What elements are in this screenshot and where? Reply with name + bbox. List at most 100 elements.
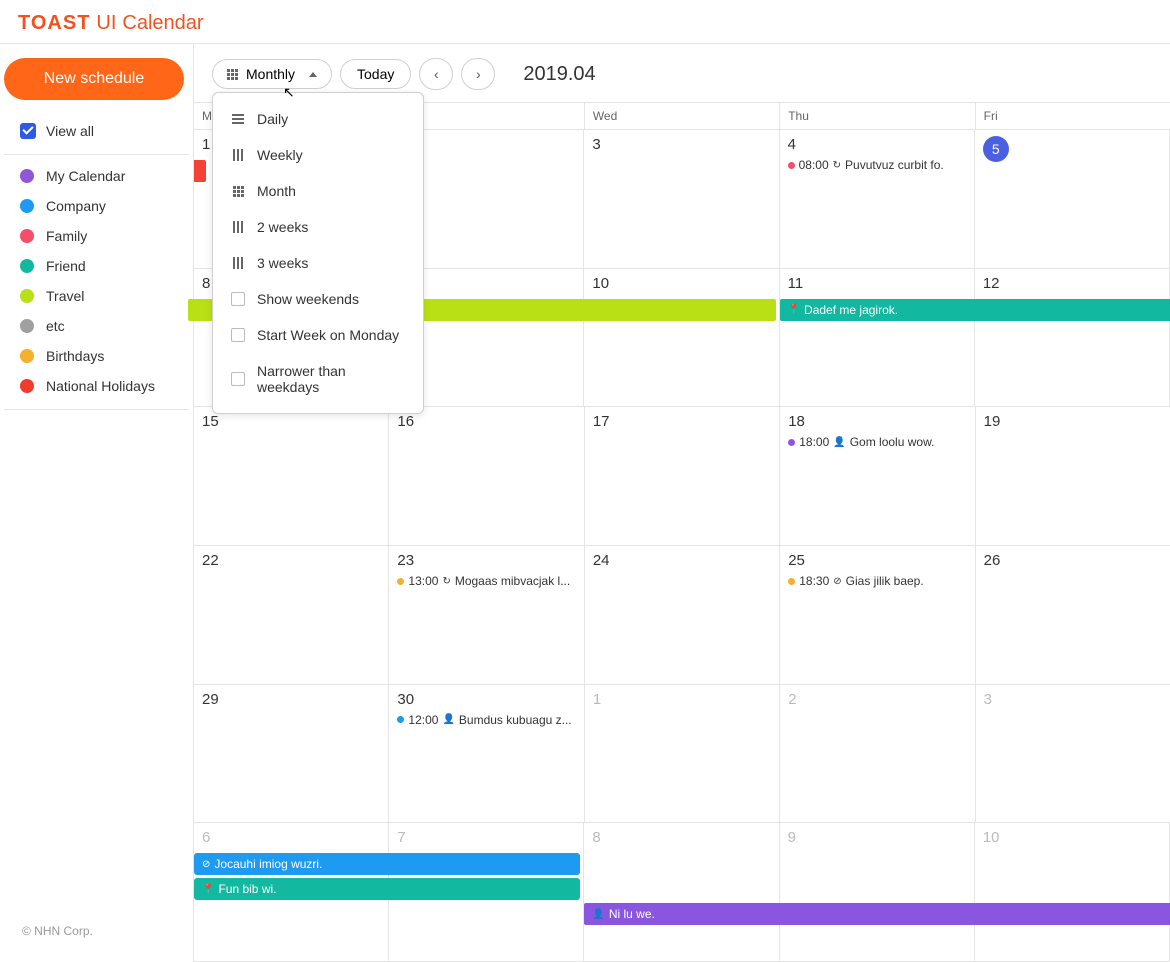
calendar-label: etc (46, 318, 65, 334)
calendar-day-cell[interactable]: 10 (584, 269, 779, 407)
sidebar-calendar-item[interactable]: etc (4, 311, 189, 341)
bars-h-icon (232, 114, 244, 124)
calendar-day-cell[interactable]: 3 (584, 130, 779, 268)
view-option[interactable]: 3 weeks (213, 245, 423, 281)
calendar-event-bar[interactable]: 👤Ni lu we. (584, 903, 1170, 925)
next-button[interactable]: › (461, 58, 495, 90)
view-select-dropdown[interactable]: Monthly ↖ (212, 59, 332, 89)
day-number: 6 (202, 829, 210, 846)
logo-ui: UI (96, 12, 116, 35)
calendar-day-cell[interactable]: 15 (194, 407, 389, 545)
day-number: 10 (592, 275, 609, 292)
calendar-event[interactable]: 18:00👤Gom loolu wow. (788, 435, 966, 449)
calendar-day-cell[interactable]: 2313:00↻Mogaas mibvacjak l... (389, 546, 584, 684)
menu-item-label: Month (257, 183, 296, 199)
view-toggle-option[interactable]: Start Week on Monday (213, 317, 423, 353)
event-time: 08:00 (799, 158, 829, 172)
calendar-day-cell[interactable]: 408:00↻Puvutvuz curbit fo. (780, 130, 975, 268)
menu-item-label: Daily (257, 111, 288, 127)
checkbox-empty-icon (231, 328, 245, 342)
calendar-event[interactable]: 13:00↻Mogaas mibvacjak l... (397, 574, 575, 588)
today-indicator: 5 (983, 136, 1009, 162)
view-option[interactable]: 2 weeks (213, 209, 423, 245)
event-title: Ni lu we. (609, 907, 655, 921)
app-header: TOAST UI Calendar (0, 0, 1170, 43)
event-time: 12:00 (408, 713, 438, 727)
day-number: 22 (202, 552, 219, 569)
calendar-day-cell[interactable]: 1 (585, 685, 780, 823)
day-number: 1 (593, 691, 601, 708)
day-header: Fri (976, 103, 1170, 129)
day-number: 30 (397, 691, 414, 708)
sidebar-calendar-item[interactable]: Company (4, 191, 189, 221)
calendar-day-cell[interactable]: 9 (780, 823, 975, 961)
sidebar-calendar-item[interactable]: National Holidays (4, 371, 189, 401)
view-toggle-option[interactable]: Show weekends (213, 281, 423, 317)
calendar-day-cell[interactable]: 12 (975, 269, 1170, 407)
bars-v-icon (233, 221, 243, 233)
sidebar-calendar-item[interactable]: Travel (4, 281, 189, 311)
calendar-day-cell[interactable]: 17 (585, 407, 780, 545)
calendar-event-bar[interactable] (194, 160, 206, 182)
calendar-day-cell[interactable]: 1818:00👤Gom loolu wow. (780, 407, 975, 545)
calendar-day-cell[interactable]: 16 (389, 407, 584, 545)
calendar-day-cell[interactable]: 3012:00👤Bumdus kubuagu z... (389, 685, 584, 823)
calendar-event-bar[interactable]: 📍Fun bib wi. (194, 878, 580, 900)
menu-item-label: Weekly (257, 147, 303, 163)
view-option[interactable]: Weekly (213, 137, 423, 173)
view-option[interactable]: Daily (213, 101, 423, 137)
event-color-dot (788, 162, 795, 169)
day-number: 2 (788, 691, 796, 708)
event-color-dot (397, 716, 404, 723)
day-number: 29 (202, 691, 219, 708)
calendar-day-cell[interactable]: 8 (584, 823, 779, 961)
event-color-dot (397, 578, 404, 585)
calendar-color-dot (20, 319, 34, 333)
event-type-icon: 📍 (788, 304, 800, 315)
new-schedule-button[interactable]: New schedule (4, 58, 184, 100)
calendar-day-cell[interactable]: 3 (976, 685, 1170, 823)
calendar-day-cell[interactable]: 10 (975, 823, 1170, 961)
day-number: 1 (202, 136, 210, 153)
sidebar-calendar-item[interactable]: Friend (4, 251, 189, 281)
day-number: 7 (397, 829, 405, 846)
sidebar-calendar-item[interactable]: Birthdays (4, 341, 189, 371)
calendar-event[interactable]: 12:00👤Bumdus kubuagu z... (397, 713, 575, 727)
logo: TOAST UI Calendar (18, 12, 204, 35)
logo-product: Calendar (122, 12, 203, 35)
calendar-day-cell[interactable]: 24 (585, 546, 780, 684)
calendar-label: Birthdays (46, 348, 104, 364)
calendar-day-cell[interactable]: 22 (194, 546, 389, 684)
calendar-day-cell[interactable]: 26 (976, 546, 1170, 684)
view-option[interactable]: Month (213, 173, 423, 209)
sidebar-calendar-item[interactable]: Family (4, 221, 189, 251)
menu-item-label: 2 weeks (257, 219, 308, 235)
calendar-day-cell[interactable]: 2 (780, 685, 975, 823)
calendar-event[interactable]: 18:30⊘Gias jilik baep. (788, 574, 966, 588)
menu-option-label: Narrower than weekdays (257, 363, 405, 395)
calendar-event-bar[interactable]: 📍Dadef me jagirok. (780, 299, 1170, 321)
day-number: 24 (593, 552, 610, 569)
event-color-dot (788, 578, 795, 585)
calendar-label: Family (46, 228, 87, 244)
day-number: 12 (983, 275, 1000, 292)
event-time: 18:00 (799, 435, 829, 449)
calendar-day-cell[interactable]: 19 (976, 407, 1170, 545)
day-number: 3 (984, 691, 992, 708)
calendar-day-cell[interactable]: 2518:30⊘Gias jilik baep. (780, 546, 975, 684)
view-toggle-option[interactable]: Narrower than weekdays (213, 353, 423, 405)
calendar-event[interactable]: 08:00↻Puvutvuz curbit fo. (788, 158, 966, 172)
view-all-toggle[interactable]: View all (4, 116, 189, 146)
calendar-day-cell[interactable]: 11 (780, 269, 975, 407)
prev-button[interactable]: ‹ (419, 58, 453, 90)
day-number: 10 (983, 829, 1000, 846)
calendar-day-cell[interactable]: 5 (975, 130, 1170, 268)
grid-icon (227, 69, 238, 80)
sidebar-calendar-item[interactable]: My Calendar (4, 161, 189, 191)
sidebar-divider (4, 409, 189, 410)
today-button[interactable]: Today (340, 59, 411, 89)
calendar-day-cell[interactable]: 29 (194, 685, 389, 823)
event-type-icon: 👤 (442, 714, 454, 725)
checkbox-empty-icon (231, 372, 245, 386)
calendar-event-bar[interactable]: ⊘Jocauhi imiog wuzri. (194, 853, 580, 875)
